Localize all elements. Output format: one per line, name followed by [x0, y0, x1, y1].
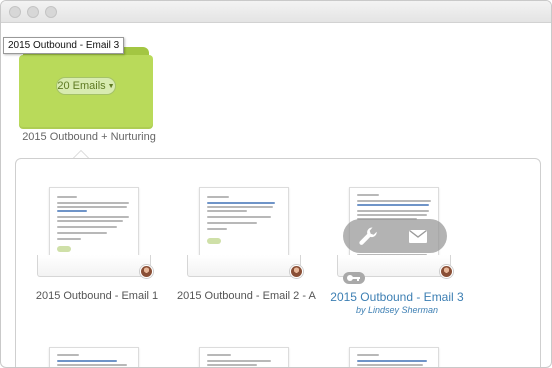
- folder-title[interactable]: 2015 Outbound + Nurturing: [15, 131, 163, 143]
- avatar: [140, 265, 153, 278]
- window-zoom-button[interactable]: [45, 6, 57, 18]
- card-title[interactable]: 2015 Outbound - Email 2 - A…: [177, 290, 317, 302]
- mail-icon[interactable]: [407, 225, 429, 247]
- tooltip: 2015 Outbound - Email 3: [3, 37, 125, 54]
- email-thumbnail: [349, 347, 439, 367]
- title-bar: [1, 1, 551, 23]
- emails-count-dropdown[interactable]: 20 Emails ▼: [56, 77, 116, 95]
- card-byline: by Lindsey Sherman: [355, 305, 439, 315]
- avatar: [440, 265, 453, 278]
- card-title[interactable]: 2015 Outbound - Email 1: [27, 290, 167, 302]
- avatar: [290, 265, 303, 278]
- key-icon[interactable]: [343, 272, 365, 284]
- emails-count-label: 20 Emails: [57, 80, 106, 92]
- caret-down-icon: ▼: [107, 83, 115, 90]
- card-tray: [37, 255, 151, 277]
- email-thumbnail: [49, 347, 139, 367]
- window-minimize-button[interactable]: [27, 6, 39, 18]
- wrench-icon[interactable]: [357, 225, 379, 247]
- panel-pointer: [73, 150, 89, 158]
- email-thumbnail: [199, 347, 289, 367]
- card-tray: [187, 255, 301, 277]
- window-close-button[interactable]: [9, 6, 21, 18]
- card-actions-overlay: [343, 219, 447, 253]
- browser-window: 20 Emails ▼ 2015 Outbound - Email 3 2015 …: [0, 0, 552, 368]
- card-title[interactable]: 2015 Outbound - Email 3: [327, 290, 467, 304]
